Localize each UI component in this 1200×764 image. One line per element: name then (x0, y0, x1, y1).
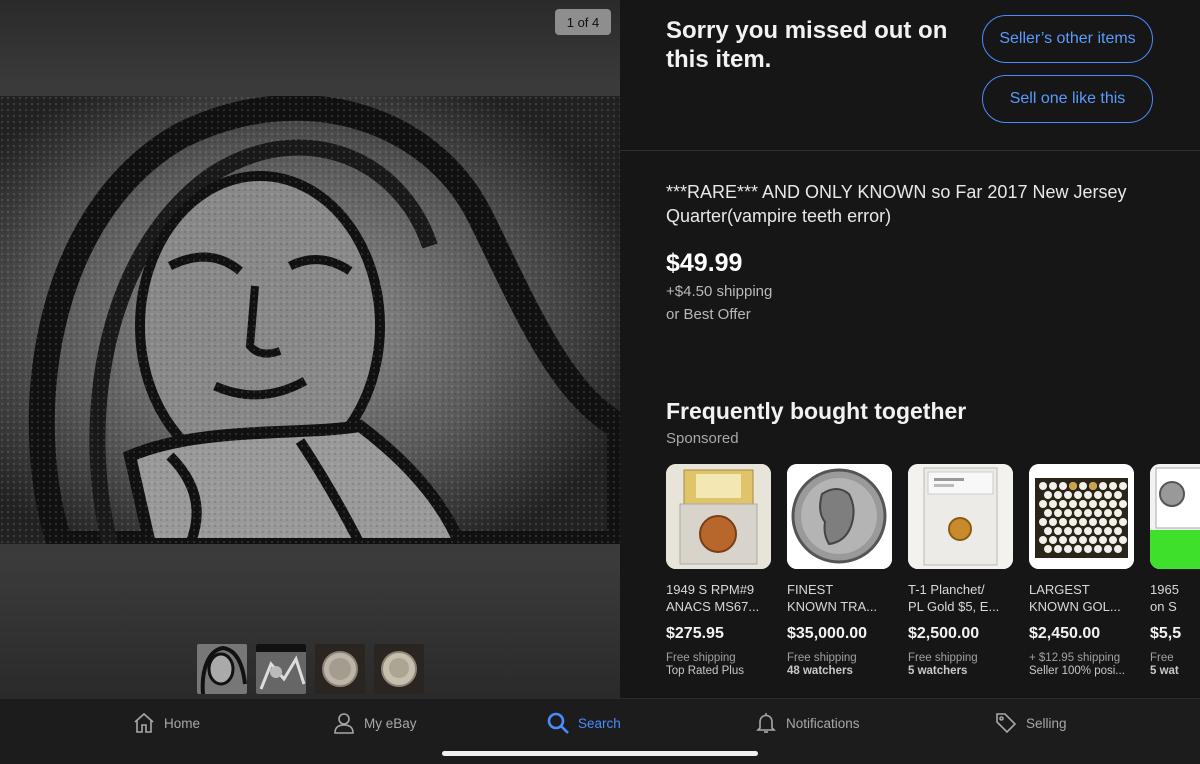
tab-notifications-label: Notifications (786, 715, 860, 731)
related-items-carousel[interactable]: 1949 S RPM#9 ANACS MS67... $275.95 Free … (666, 464, 1200, 677)
related-item-card[interactable]: 1965 on S $5,5 Free 5 wat (1150, 464, 1200, 677)
related-item-title: T-1 Planchet/ PL Gold $5, E... (908, 582, 1000, 614)
related-item-price: $2,450.00 (1029, 625, 1101, 642)
thumbnail-strip (197, 644, 424, 694)
tab-notifications[interactable]: Notifications (754, 711, 860, 735)
tag-icon (996, 713, 1017, 734)
item-shipping: +$4.50 shipping (666, 283, 773, 300)
related-item-card[interactable]: 1949 S RPM#9 ANACS MS67... $275.95 Free … (666, 464, 771, 677)
thumbnail-2[interactable] (256, 644, 306, 694)
related-item-image[interactable] (1150, 464, 1200, 569)
sponsored-label: Sponsored (666, 430, 739, 447)
tab-my-ebay-label: My eBay (364, 715, 417, 731)
related-item-meta: Seller 100% posi... (1029, 665, 1125, 677)
item-info-panel: Sorry you missed out on this item. Selle… (620, 0, 1200, 698)
related-item-title: 1949 S RPM#9 ANACS MS67... (666, 582, 760, 614)
related-item-meta: 5 watchers (908, 665, 968, 677)
related-item-card[interactable]: T-1 Planchet/ PL Gold $5, E... $2,500.00… (908, 464, 1013, 677)
main-item-photo[interactable] (0, 96, 620, 544)
related-item-price: $35,000.00 (787, 625, 868, 642)
related-item-shipping: Free shipping (666, 652, 736, 664)
thumbnail-1[interactable] (197, 644, 247, 694)
home-indicator (442, 751, 758, 756)
person-icon (334, 713, 354, 734)
related-item-image[interactable] (666, 464, 771, 569)
tab-selling[interactable]: Selling (994, 711, 1067, 735)
related-item-image[interactable] (787, 464, 892, 569)
related-item-card[interactable]: FINEST KNOWN TRA... $35,000.00 Free ship… (787, 464, 892, 677)
tab-search-label: Search (578, 715, 621, 731)
image-gallery[interactable]: 1 of 4 (0, 0, 620, 698)
related-item-price: $2,500.00 (908, 625, 980, 642)
related-item-shipping: Free shipping (908, 652, 978, 664)
item-title: ***RARE*** AND ONLY KNOWN so Far 2017 Ne… (666, 182, 1127, 226)
image-counter: 1 of 4 (555, 9, 611, 35)
related-item-shipping: + $12.95 shipping (1029, 652, 1121, 664)
tab-selling-label: Selling (1026, 715, 1067, 731)
tab-home-label: Home (164, 715, 201, 731)
item-price: $49.99 (666, 249, 743, 277)
frequently-bought-heading: Frequently bought together (666, 398, 967, 424)
bell-icon (756, 713, 776, 733)
related-item-title: FINEST KNOWN TRA... (787, 582, 878, 614)
thumbnail-4[interactable] (374, 644, 424, 694)
related-item-price: $275.95 (666, 625, 724, 642)
related-item-price: $5,5 (1150, 625, 1182, 642)
best-offer-label: or Best Offer (666, 306, 751, 323)
tab-search[interactable]: Search (546, 711, 621, 735)
divider (620, 150, 1200, 151)
tab-my-ebay[interactable]: My eBay (332, 711, 417, 735)
related-item-shipping: Free shipping (787, 652, 857, 664)
related-item-meta: 48 watchers (787, 665, 853, 677)
related-item-image[interactable] (908, 464, 1013, 569)
related-item-meta: 5 wat (1150, 665, 1179, 677)
sell-one-like-this-button[interactable]: Sell one like this (982, 75, 1153, 123)
tab-home[interactable]: Home (132, 711, 200, 735)
search-icon (547, 712, 569, 734)
related-item-card[interactable]: LARGEST KNOWN GOL... $2,450.00 + $12.95 … (1029, 464, 1134, 677)
missed-out-heading: Sorry you missed out on this item. (666, 17, 948, 73)
related-item-title: LARGEST KNOWN GOL... (1029, 582, 1121, 614)
related-item-image[interactable] (1029, 464, 1134, 569)
related-item-meta: Top Rated Plus (666, 665, 744, 677)
related-item-shipping: Free (1150, 652, 1174, 664)
thumbnail-3[interactable] (315, 644, 365, 694)
related-item-title: 1965 on S (1150, 582, 1179, 614)
sellers-other-items-button[interactable]: Seller’s other items (982, 15, 1153, 63)
home-icon (134, 712, 154, 733)
